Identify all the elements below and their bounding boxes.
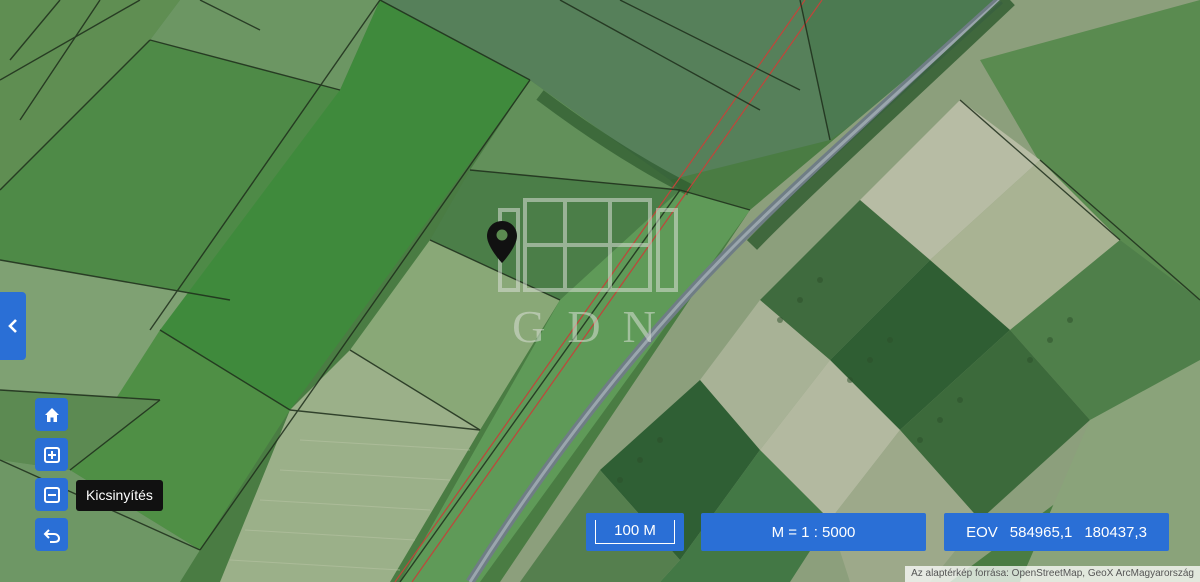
scale-bar: 100 M (586, 513, 684, 551)
map-pin-icon[interactable] (484, 219, 520, 265)
home-icon (44, 407, 59, 422)
plus-square-icon (43, 446, 60, 463)
map-attribution: Az alaptérkép forrása: OpenStreetMap, Ge… (905, 566, 1200, 582)
undo-arrow-icon (43, 528, 60, 543)
scale-ratio-label: M = 1 : 5000 (771, 523, 856, 541)
home-button[interactable] (35, 398, 68, 431)
eov-y-value: 180437,3 (1084, 523, 1147, 541)
side-panel-toggle[interactable] (0, 292, 26, 360)
eov-x-value: 584965,1 (1009, 523, 1073, 541)
back-button[interactable] (35, 518, 68, 551)
scale-bar-label: 100 M (595, 520, 675, 544)
satellite-map[interactable] (0, 0, 1200, 582)
zoom-in-button[interactable] (35, 438, 68, 471)
eov-coordinates: EOV 584965,1 180437,3 (944, 513, 1169, 551)
zoom-out-button[interactable] (35, 478, 68, 511)
eov-label: EOV (966, 523, 998, 541)
scale-ratio: M = 1 : 5000 (701, 513, 926, 551)
chevron-left-icon (8, 319, 17, 333)
zoom-out-tooltip: Kicsinyítés (76, 480, 163, 511)
minus-square-icon (43, 486, 60, 503)
